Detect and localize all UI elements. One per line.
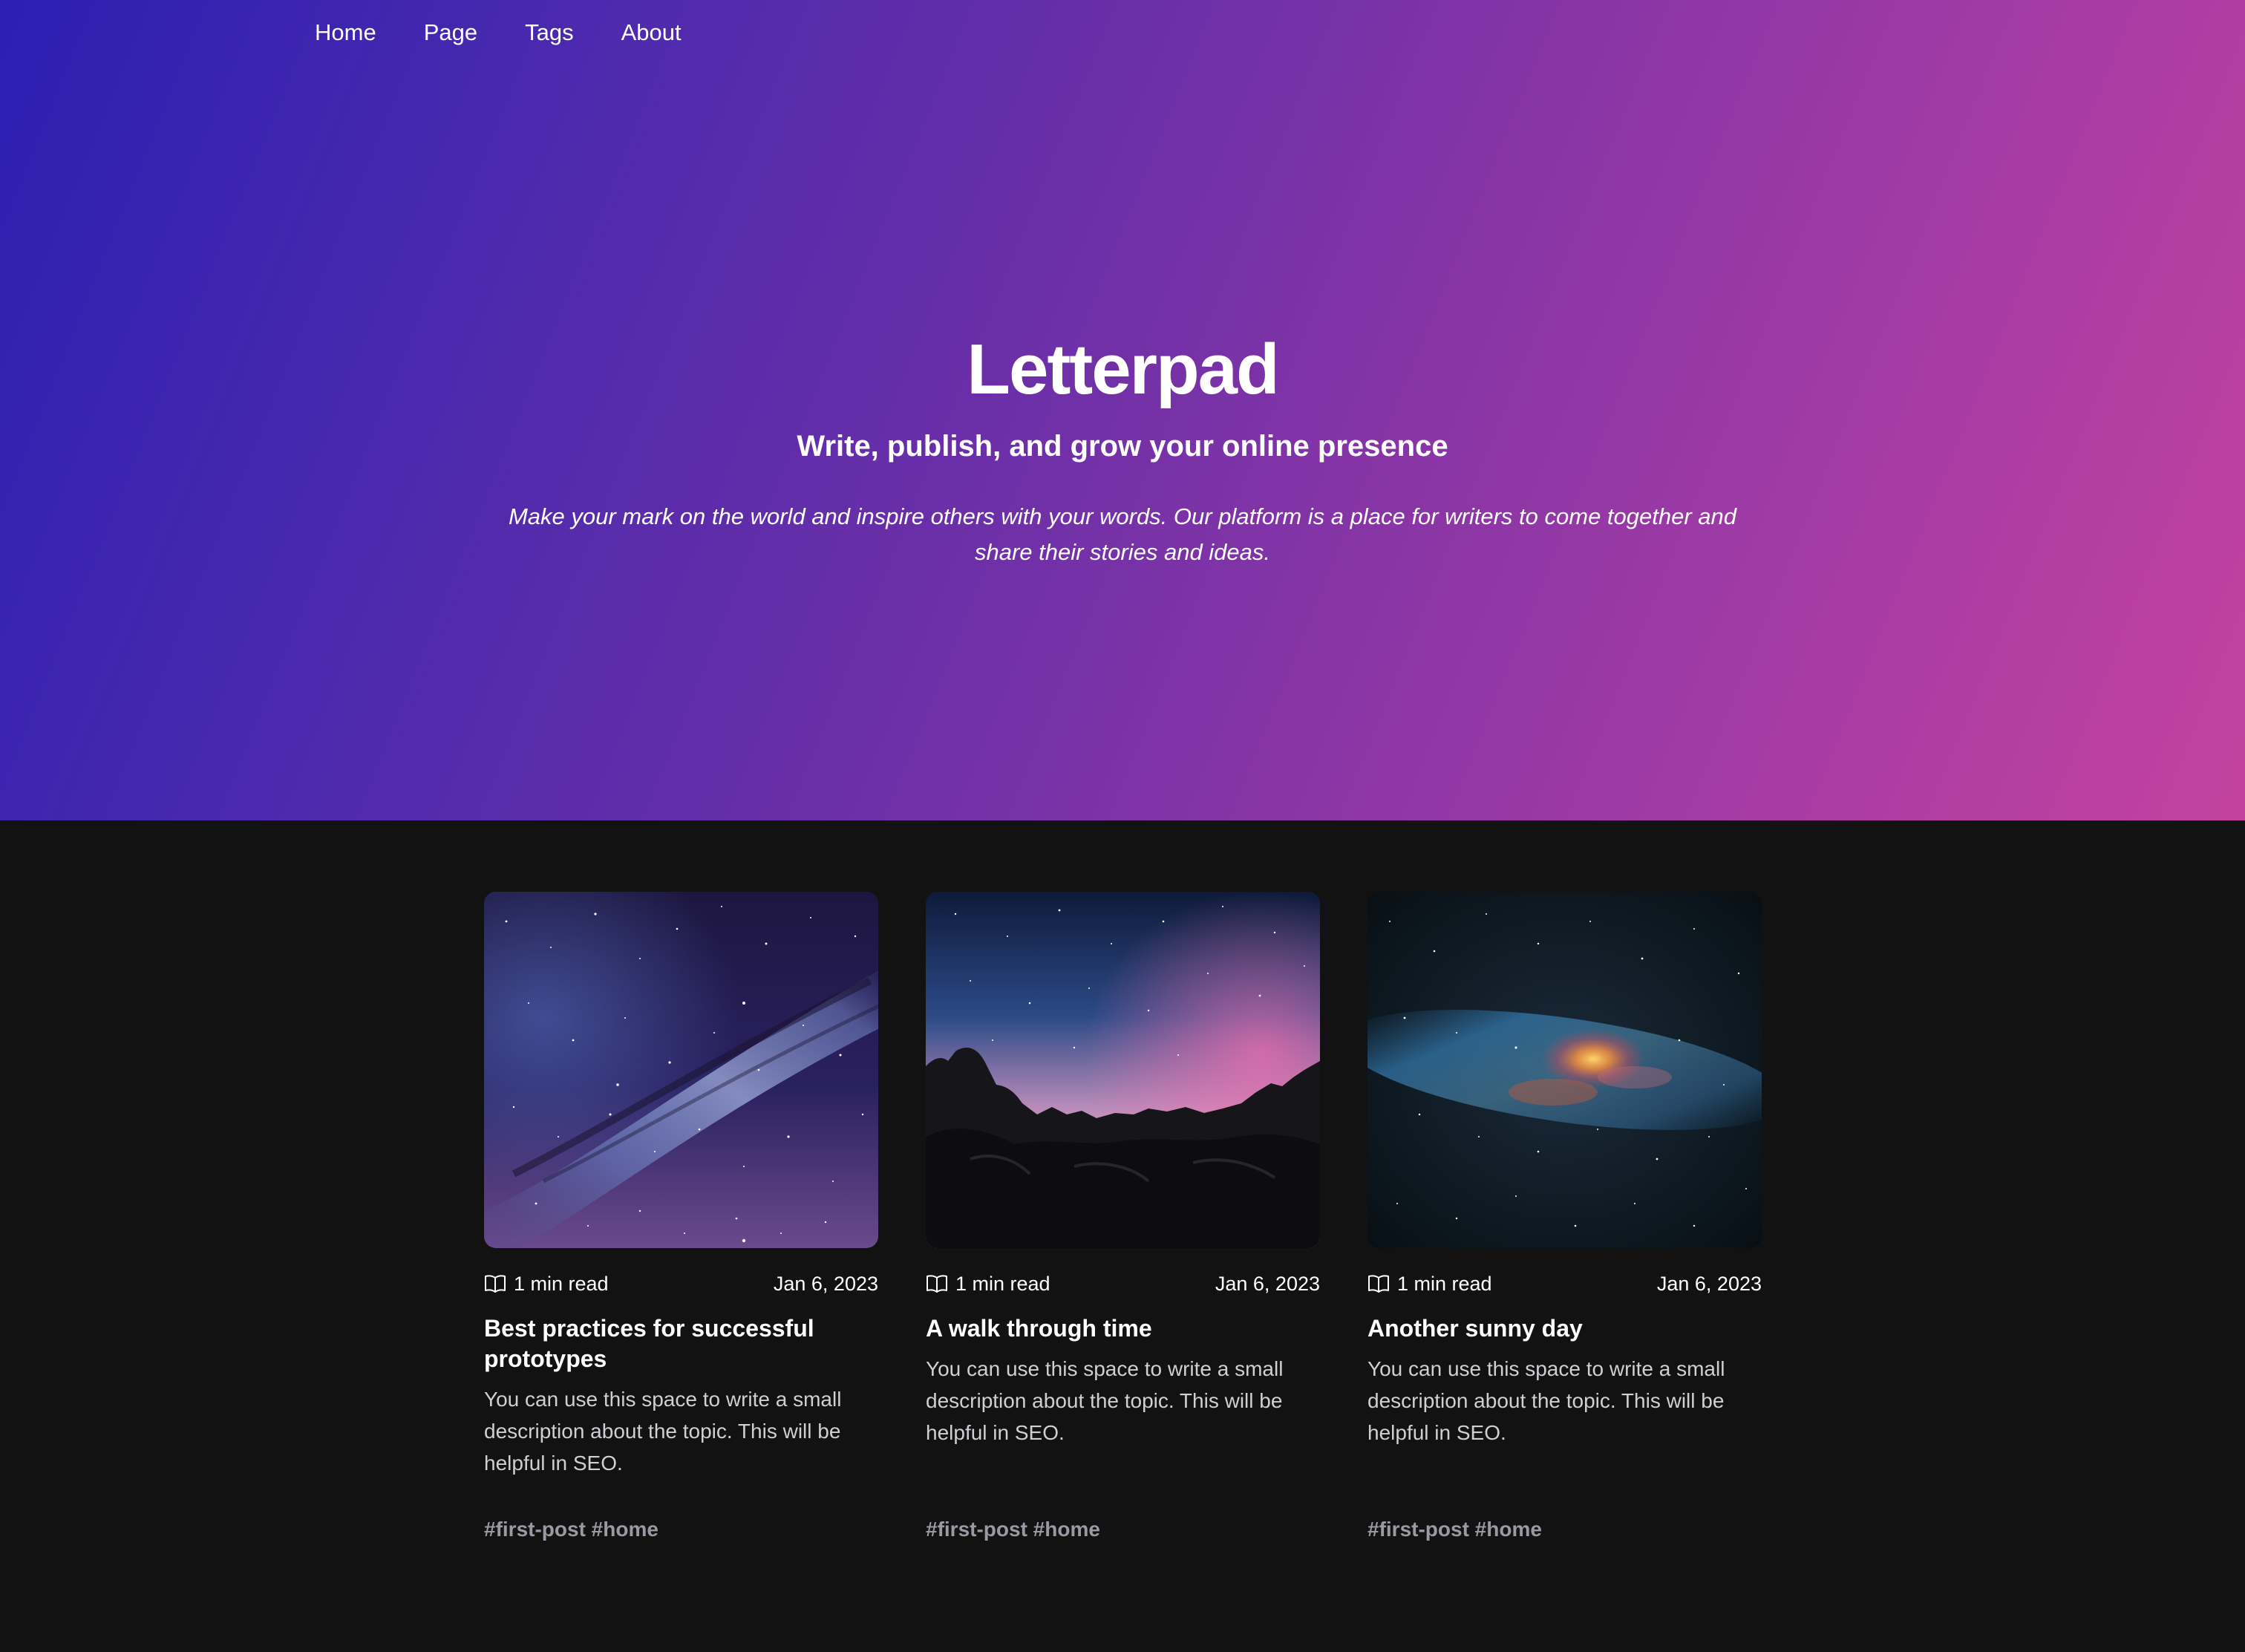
post-title[interactable]: A walk through time <box>926 1313 1320 1344</box>
post-meta: 1 min read Jan 6, 2023 <box>926 1270 1320 1297</box>
post-tags[interactable]: #first-post #home <box>484 1516 659 1543</box>
post-image-milky-way[interactable] <box>484 892 878 1248</box>
post-tags[interactable]: #first-post #home <box>1367 1516 1542 1543</box>
post-image-nebula[interactable] <box>1367 892 1762 1248</box>
site-subtitle: Write, publish, and grow your online pre… <box>797 430 1448 463</box>
post-title[interactable]: Another sunny day <box>1367 1313 1762 1344</box>
post-date: Jan 6, 2023 <box>773 1272 878 1295</box>
post-date: Jan 6, 2023 <box>1656 1272 1762 1295</box>
post-grid: 1 min read Jan 6, 2023 Best practices fo… <box>484 892 1762 1479</box>
post-meta: 1 min read Jan 6, 2023 <box>484 1270 878 1297</box>
hero-banner: Home Page Tags About Letterpad Write, pu… <box>0 0 2245 820</box>
read-time: 1 min read <box>514 1272 609 1295</box>
post-card: 1 min read Jan 6, 2023 Another sunny day… <box>1367 892 1762 1479</box>
post-excerpt: You can use this space to write a small … <box>484 1388 842 1475</box>
book-icon <box>1367 1274 1390 1293</box>
post-tags[interactable]: #first-post #home <box>926 1516 1100 1543</box>
post-meta: 1 min read Jan 6, 2023 <box>1367 1270 1762 1297</box>
post-title[interactable]: Best practices for successful prototypes <box>484 1313 878 1374</box>
nav-page[interactable]: Page <box>424 13 477 52</box>
nav-home[interactable]: Home <box>315 13 376 52</box>
read-time: 1 min read <box>955 1272 1050 1295</box>
book-icon <box>484 1274 506 1293</box>
nav-tags[interactable]: Tags <box>525 13 573 52</box>
nav-about[interactable]: About <box>621 13 682 52</box>
post-card: 1 min read Jan 6, 2023 Best practices fo… <box>484 892 878 1479</box>
post-card: 1 min read Jan 6, 2023 A walk through ti… <box>926 892 1320 1479</box>
site-description: Make your mark on the world and inspire … <box>508 503 1737 565</box>
post-date: Jan 6, 2023 <box>1215 1272 1320 1295</box>
post-image-rocks-night-sky[interactable] <box>926 892 1320 1248</box>
read-time: 1 min read <box>1397 1272 1492 1295</box>
book-icon <box>926 1274 948 1293</box>
post-excerpt: You can use this space to write a small … <box>926 1357 1284 1444</box>
site-title: Letterpad <box>967 330 1279 409</box>
top-navigation: Home Page Tags About <box>315 13 682 52</box>
post-excerpt: You can use this space to write a small … <box>1367 1357 1725 1444</box>
